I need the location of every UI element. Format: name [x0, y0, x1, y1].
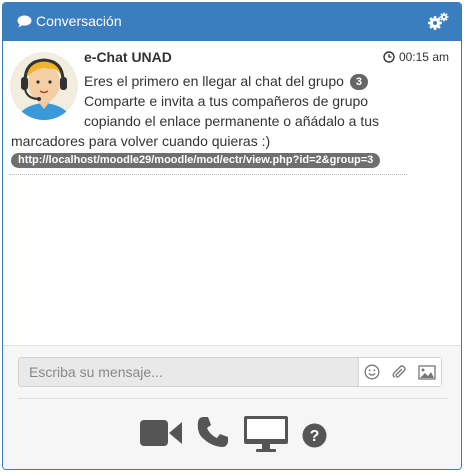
header-title-group: Conversación	[17, 13, 122, 29]
chat-header: Conversación	[3, 3, 461, 41]
action-bar: ?	[3, 412, 461, 454]
help-icon[interactable]: ?	[302, 423, 327, 448]
clock-icon	[383, 51, 395, 63]
paperclip-icon[interactable]	[391, 364, 407, 380]
group-badge: 3	[349, 74, 368, 90]
message-header: e-Chat UNAD 00:15 am	[84, 49, 449, 67]
message-line-4: marcadores para volver cuando quieras :)	[11, 133, 271, 149]
phone-icon[interactable]	[196, 415, 230, 449]
image-icon[interactable]	[417, 364, 436, 380]
footer-divider	[18, 398, 448, 399]
message-separator	[9, 174, 407, 175]
svg-text:?: ?	[310, 428, 320, 445]
message-line-2: Comparte e invita a tus compañeros de gr…	[84, 93, 369, 109]
message-body: Eres el primero en llegar al chat del gr…	[11, 71, 451, 151]
gears-icon[interactable]	[427, 12, 449, 32]
smile-icon[interactable]	[364, 364, 380, 380]
message-time: 00:15 am	[383, 50, 449, 64]
time-text: 00:15 am	[398, 50, 449, 64]
message-line-3: copiando el enlace permanente o añádalo …	[84, 113, 379, 129]
permalink[interactable]: http://localhost/moodle29/moodle/mod/ect…	[11, 153, 381, 168]
message-area[interactable]: e-Chat UNAD 00:15 am Eres el primero en …	[3, 41, 461, 346]
message-input[interactable]	[19, 358, 359, 386]
sender-name: e-Chat UNAD	[84, 49, 172, 65]
desktop-icon[interactable]	[243, 415, 289, 453]
comment-icon	[17, 14, 32, 28]
message-line-1: Eres el primero en llegar al chat del gr…	[84, 73, 344, 89]
composer-icons	[358, 358, 441, 386]
header-title: Conversación	[36, 13, 122, 29]
chat-footer: ?	[3, 346, 461, 469]
video-camera-icon[interactable]	[140, 418, 182, 448]
chat-panel: Conversación e-Chat UNAD 00:15 am Eres e…	[2, 2, 462, 470]
message-composer	[18, 357, 442, 387]
